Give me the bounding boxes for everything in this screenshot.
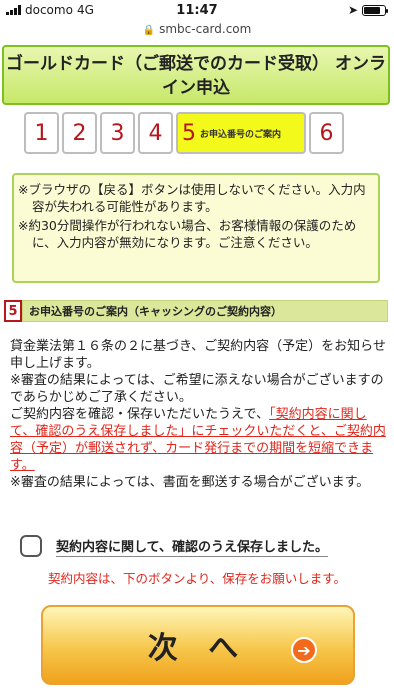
address-bar[interactable]: 🔒 smbc-card.com — [0, 22, 394, 42]
step-6: 6 — [309, 112, 344, 154]
section-header: 5 お申込番号のご案内（キャッシングのご契約内容） — [4, 300, 388, 322]
section-number: 5 — [4, 300, 22, 322]
next-button[interactable]: 次 へ ➔ — [41, 605, 355, 685]
next-button-label: 次 へ — [147, 631, 249, 666]
battery-icon — [362, 4, 388, 16]
notice-item: ※約30分間操作が行われない場合、お客様情報の保護のために、入力内容が無効になり… — [18, 218, 357, 250]
clock: 11:47 — [176, 3, 218, 18]
save-instruction: 契約内容は、下のボタンより、保存をお願いします。 — [47, 571, 346, 586]
step-indicator: 1 2 3 4 5 お申込番号のご案内 6 — [24, 112, 344, 154]
paragraph: ご契約内容を確認・保存いただいたうえで、「契約内容に関して、確認のうえ保存しまし… — [10, 406, 386, 474]
step-5-current: 5 お申込番号のご案内 — [176, 112, 306, 154]
confirm-checkbox-label[interactable]: 契約内容に関して、確認のうえ保存しました。 — [56, 536, 328, 557]
step-5-number: 5 — [182, 120, 196, 146]
paragraph: ※審査の結果によっては、ご希望に添えない場合がございますのであらかじめご了承くだ… — [10, 373, 384, 405]
arrow-right-icon: ➔ — [291, 637, 317, 663]
contract-info-text: 貸金業法第１６条の２に基づき、ご契約内容（予定）をお知らせ申し上げます。 ※審査… — [10, 338, 386, 491]
confirm-checkbox[interactable] — [20, 535, 42, 557]
warning-notice: ※ブラウザの【戻る】ボタンは使用しないでください。入力内容が失われる可能性があり… — [12, 173, 380, 283]
step-5-label: お申込番号のご案内 — [200, 129, 282, 140]
step-4: 4 — [138, 112, 173, 154]
confirm-checkbox-row[interactable]: 契約内容に関して、確認のうえ保存しました。 — [20, 532, 376, 560]
location-icon: ➤ — [347, 3, 358, 17]
step-1: 1 — [24, 112, 59, 154]
status-bar: docomo 4G 11:47 ➤ — [0, 0, 394, 22]
page-title: ゴールドカード（ご郵送でのカード受取） オンライン申込 — [2, 45, 390, 105]
paragraph: 貸金業法第１６条の２に基づき、ご契約内容（予定）をお知らせ申し上げます。 — [10, 339, 386, 371]
paragraph: ※審査の結果によっては、書面を郵送する場合がございます。 — [10, 475, 370, 490]
lock-icon: 🔒 — [142, 25, 156, 36]
section-title: お申込番号のご案内（キャッシングのご契約内容） — [22, 300, 388, 322]
notice-item: ※ブラウザの【戻る】ボタンは使用しないでください。入力内容が失われる可能性があり… — [18, 182, 366, 214]
step-3: 3 — [100, 112, 135, 154]
step-2: 2 — [62, 112, 97, 154]
url-text: smbc-card.com — [159, 22, 252, 36]
paragraph-text: ご契約内容を確認・保存いただいたうえで、 — [10, 407, 270, 422]
